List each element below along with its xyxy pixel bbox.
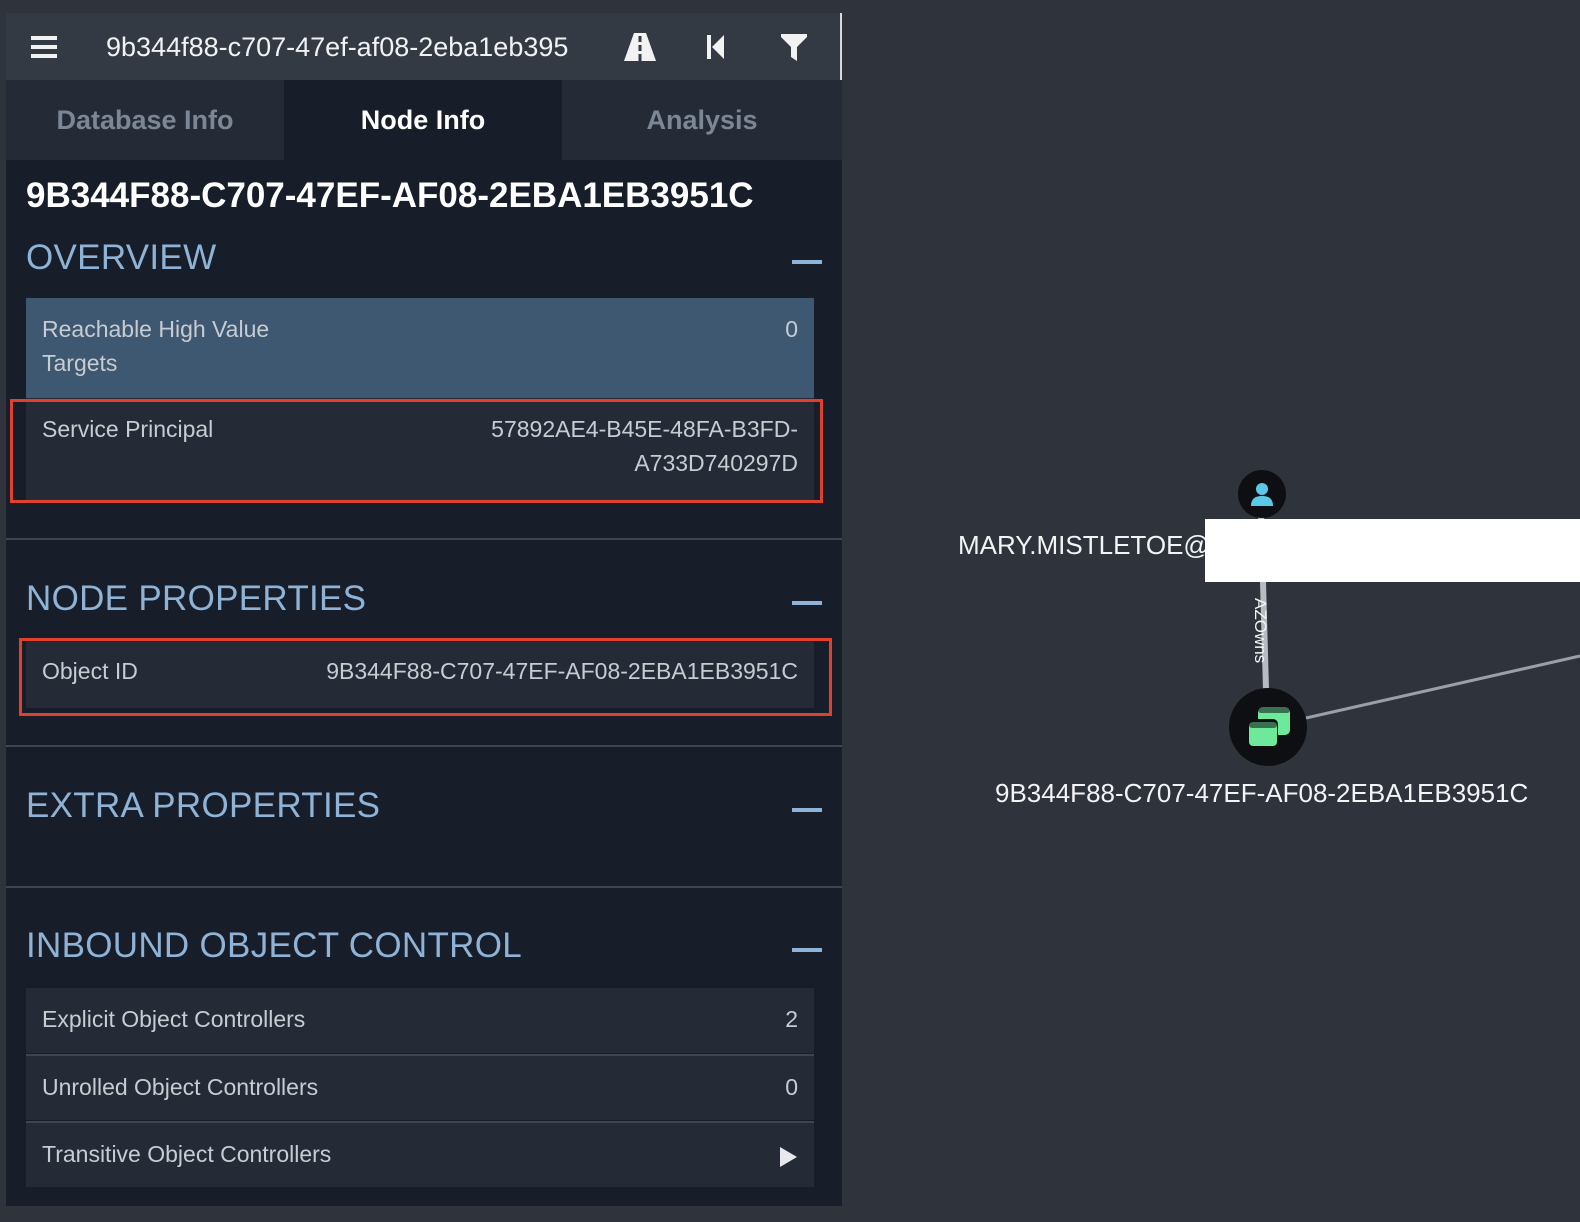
edge-label: AZOwns [1251, 598, 1270, 664]
app-node[interactable] [1229, 688, 1307, 766]
app-node-label: 9B344F88-C707-47EF-AF08-2EBA1EB3951C [995, 778, 1529, 808]
user-icon [1251, 483, 1273, 506]
graph-edges [1258, 509, 1580, 720]
app-icon [1246, 707, 1290, 747]
user-node-label: MARY.MISTLETOE@ [958, 530, 1210, 560]
graph-edge[interactable] [1305, 654, 1580, 720]
redaction-box [1205, 519, 1580, 582]
user-node[interactable] [1238, 470, 1286, 518]
